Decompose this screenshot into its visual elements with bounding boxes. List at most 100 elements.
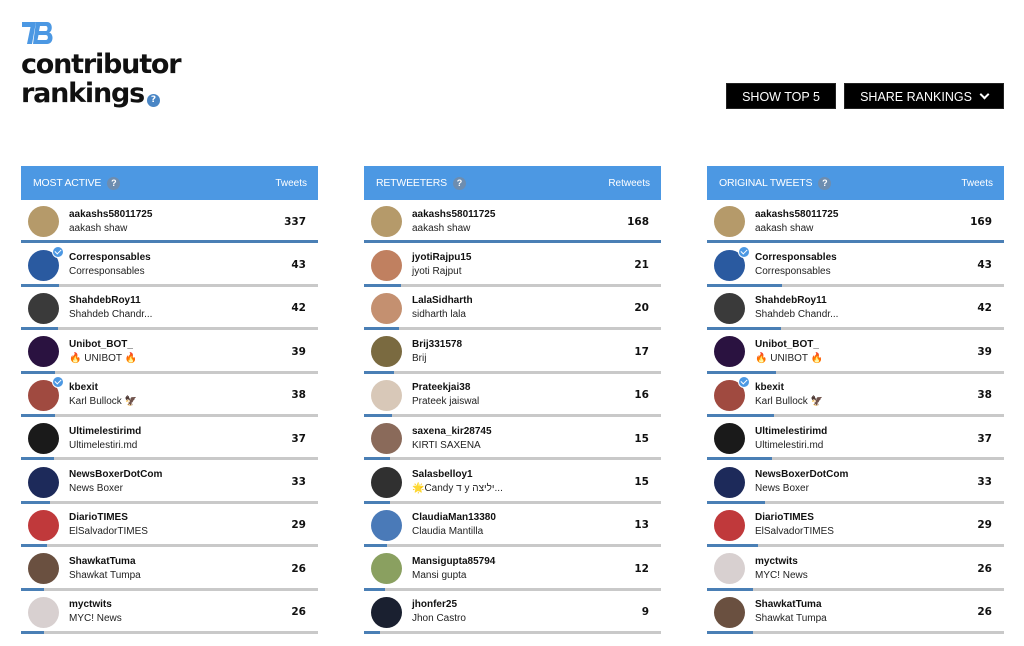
ranking-row[interactable]: DiarioTIMES ElSalvadorTIMES 29	[707, 504, 1004, 548]
ranking-row[interactable]: ShahdebRoy11 Shahdeb Chandr... 42	[21, 287, 318, 331]
username[interactable]: ClaudiaMan13380	[412, 511, 634, 525]
ranking-row[interactable]: saxena_kir28745 KIRTI SAXENA 15	[364, 417, 661, 461]
username[interactable]: myctwits	[755, 555, 977, 569]
username[interactable]: Mansigupta85794	[412, 555, 634, 569]
verified-badge-icon	[738, 245, 750, 258]
username[interactable]: ShahdebRoy11	[69, 294, 291, 308]
ranking-row[interactable]: NewsBoxerDotCom News Boxer 33	[21, 460, 318, 504]
username[interactable]: LalaSidharth	[412, 294, 634, 308]
ranking-row[interactable]: Unibot_BOT_ 🔥 UNIBOT 🔥 39	[707, 330, 1004, 374]
ranking-row[interactable]: Prateekjai38 Prateek jaiswal 16	[364, 374, 661, 417]
count-value: 26	[291, 606, 306, 619]
ranking-row[interactable]: NewsBoxerDotCom News Boxer 33	[707, 460, 1004, 504]
avatar[interactable]	[28, 423, 59, 455]
ranking-row[interactable]: myctwits MYC! News 26	[21, 591, 318, 634]
ranking-row[interactable]: Unibot_BOT_ 🔥 UNIBOT 🔥 39	[21, 330, 318, 374]
avatar[interactable]	[714, 596, 745, 628]
ranking-row[interactable]: LalaSidharth sidharth lala 20	[364, 287, 661, 331]
username[interactable]: ShahdebRoy11	[755, 294, 977, 308]
ranking-row[interactable]: ShawkatTuma Shawkat Tumpa 26	[707, 591, 1004, 634]
avatar[interactable]	[371, 596, 402, 628]
help-icon[interactable]: ?	[147, 94, 160, 107]
help-icon[interactable]: ?	[107, 176, 121, 190]
username[interactable]: aakashs58011725	[755, 208, 970, 222]
username[interactable]: Ultimelestirimd	[755, 425, 977, 439]
avatar[interactable]	[714, 245, 750, 281]
ranking-row[interactable]: Ultimelestirimd Ultimelestiri.md 37	[21, 417, 318, 461]
username[interactable]: kbexit	[755, 381, 977, 395]
share-rankings-button[interactable]: SHARE RANKINGS	[844, 83, 1004, 109]
username[interactable]: myctwits	[69, 598, 291, 612]
avatar[interactable]	[28, 596, 59, 628]
avatar[interactable]	[714, 292, 745, 324]
avatar[interactable]	[28, 553, 59, 585]
username[interactable]: Corresponsables	[755, 251, 977, 265]
avatar[interactable]	[371, 336, 402, 368]
avatar[interactable]	[371, 466, 402, 498]
username[interactable]: ShawkatTuma	[755, 598, 977, 612]
avatar[interactable]	[714, 509, 745, 541]
ranking-row[interactable]: DiarioTIMES ElSalvadorTIMES 29	[21, 504, 318, 548]
username[interactable]: DiarioTIMES	[69, 511, 291, 525]
avatar[interactable]	[371, 292, 402, 324]
username[interactable]: NewsBoxerDotCom	[69, 468, 291, 482]
avatar[interactable]	[714, 466, 745, 498]
avatar[interactable]	[371, 379, 402, 411]
avatar[interactable]	[371, 249, 402, 281]
username[interactable]: NewsBoxerDotCom	[755, 468, 977, 482]
avatar[interactable]	[371, 206, 402, 238]
username[interactable]: DiarioTIMES	[755, 511, 977, 525]
username[interactable]: Unibot_BOT_	[69, 338, 291, 352]
username[interactable]: jyotiRajpu15	[412, 251, 634, 265]
avatar[interactable]	[28, 245, 64, 281]
username[interactable]: aakashs58011725	[412, 208, 627, 222]
username[interactable]: ShawkatTuma	[69, 555, 291, 569]
ranking-row[interactable]: kbexit Karl Bullock 🦅 38	[707, 374, 1004, 417]
avatar[interactable]	[371, 509, 402, 541]
avatar[interactable]	[714, 423, 745, 455]
avatar[interactable]	[371, 423, 402, 455]
ranking-row[interactable]: Ultimelestirimd Ultimelestiri.md 37	[707, 417, 1004, 461]
avatar[interactable]	[28, 509, 59, 541]
avatar[interactable]	[28, 466, 59, 498]
username[interactable]: Ultimelestirimd	[69, 425, 291, 439]
avatar[interactable]	[28, 206, 59, 238]
show-top-5-button[interactable]: SHOW TOP 5	[726, 83, 836, 109]
ranking-row[interactable]: Corresponsables Corresponsables 43	[707, 243, 1004, 287]
username[interactable]: aakashs58011725	[69, 208, 284, 222]
avatar[interactable]	[28, 375, 64, 411]
ranking-row[interactable]: aakashs58011725 aakash shaw 169	[707, 200, 1004, 244]
ranking-row[interactable]: aakashs58011725 aakash shaw 337	[21, 200, 318, 244]
ranking-row[interactable]: Mansigupta85794 Mansi gupta 12	[364, 547, 661, 591]
help-icon[interactable]: ?	[818, 176, 832, 190]
avatar[interactable]	[714, 206, 745, 238]
username[interactable]: saxena_kir28745	[412, 425, 634, 439]
username[interactable]: kbexit	[69, 381, 291, 395]
ranking-row[interactable]: Corresponsables Corresponsables 43	[21, 243, 318, 287]
avatar[interactable]	[28, 336, 59, 368]
count-value: 12	[634, 562, 649, 575]
avatar[interactable]	[28, 292, 59, 324]
help-icon[interactable]: ?	[452, 176, 466, 190]
display-name: Ultimelestiri.md	[69, 439, 138, 451]
avatar[interactable]	[371, 553, 402, 585]
username[interactable]: jhonfer25	[412, 598, 642, 612]
ranking-row[interactable]: Brij331578 Brij 17	[364, 330, 661, 374]
ranking-row[interactable]: kbexit Karl Bullock 🦅 38	[21, 374, 318, 417]
username[interactable]: Salasbelloy1	[412, 468, 634, 482]
ranking-row[interactable]: jyotiRajpu15 jyoti Rajput 21	[364, 243, 661, 287]
avatar[interactable]	[714, 375, 750, 411]
avatar[interactable]	[714, 553, 745, 585]
ranking-row[interactable]: aakashs58011725 aakash shaw 168	[364, 200, 661, 244]
username[interactable]: Brij331578	[412, 338, 634, 352]
ranking-row[interactable]: myctwits MYC! News 26	[707, 547, 1004, 591]
username[interactable]: Unibot_BOT_	[755, 338, 977, 352]
ranking-row[interactable]: ShawkatTuma Shawkat Tumpa 26	[21, 547, 318, 591]
username[interactable]: Prateekjai38	[412, 381, 634, 395]
avatar[interactable]	[714, 336, 745, 368]
username[interactable]: Corresponsables	[69, 251, 291, 265]
ranking-row[interactable]: ShahdebRoy11 Shahdeb Chandr... 42	[707, 287, 1004, 331]
ranking-row[interactable]: ClaudiaMan13380 Claudia Mantilla 13	[364, 504, 661, 548]
ranking-row[interactable]: jhonfer25 Jhon Castro 9	[364, 591, 661, 634]
ranking-row[interactable]: Salasbelloy1 🌟Candy ד y יליצה... 15	[364, 460, 661, 504]
